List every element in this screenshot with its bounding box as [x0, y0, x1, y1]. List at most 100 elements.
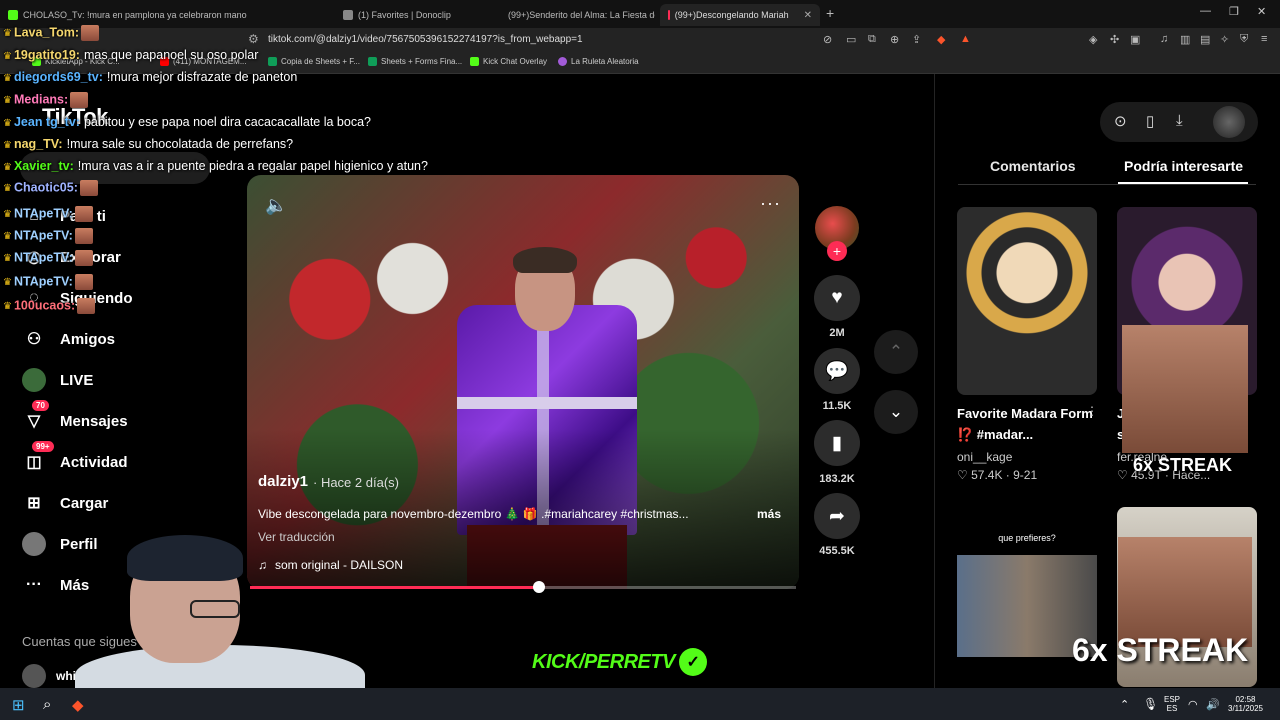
browser-tab[interactable]: (99+)Senderito del Alma: La Fiesta de [495, 4, 655, 26]
install-icon[interactable]: ▭ [846, 33, 856, 46]
windows-taskbar: ⊞ ⌕ ◆ ⌃ 🎙 ESP ES ◠ 🔊 02:58 3/11/2025 [0, 688, 1280, 720]
more-options-icon[interactable]: ··· [760, 193, 781, 214]
language-indicator[interactable]: ESP ES [1164, 695, 1180, 713]
vpn-icon[interactable]: ⛨ [1240, 33, 1248, 46]
leo-icon[interactable]: ✧ [1220, 33, 1229, 46]
tab-search-icon[interactable]: ▣ [1130, 33, 1140, 46]
brave-shield-icon[interactable]: ◆ [937, 33, 945, 46]
sidebar-item-label: Actividad [60, 453, 128, 471]
user-avatar[interactable] [1213, 106, 1245, 138]
bookmark-icon: ▮ [831, 432, 843, 454]
close-tab-icon[interactable]: ✕ [804, 10, 812, 21]
site-info-icon[interactable]: ⚙ [248, 32, 259, 46]
share-button[interactable]: ➦ [814, 493, 860, 539]
bookmark[interactable]: Copia de Sheets + F... [268, 57, 360, 66]
volume-icon[interactable]: 🔈 [265, 195, 287, 216]
microphone-icon[interactable]: 🎙 [1143, 697, 1158, 711]
windows-start-icon[interactable]: ⊞ [12, 696, 25, 714]
next-video-button[interactable]: ⌄ [874, 390, 918, 434]
message-icon: ▽ 70 [22, 400, 49, 433]
tab-podria-interesarte[interactable]: Podría interesarte [1124, 158, 1243, 174]
sidebar-item-label: LIVE [60, 371, 94, 389]
puzzle-icon[interactable]: ✣ [1110, 33, 1119, 46]
more-icon: ··· [26, 576, 42, 593]
kick-brand-text: KICK/PERRETV [532, 650, 675, 673]
previous-video-button[interactable]: ⌃ [874, 330, 918, 374]
tab-comentarios[interactable]: Comentarios [990, 158, 1076, 174]
phone-icon[interactable]: ▯ [1146, 112, 1154, 130]
coins-icon[interactable]: ⊙ [1114, 112, 1127, 130]
chat-username: NTApeTV: [13, 206, 73, 221]
minimize-icon[interactable]: — [1200, 5, 1211, 17]
notification-badge: 99+ [32, 441, 54, 452]
browser-tab[interactable]: (1) Favorites | Donoclip [335, 4, 495, 26]
chat-username: NTApeTV: [13, 250, 73, 265]
close-window-icon[interactable]: ✕ [1257, 5, 1266, 18]
subscriber-badge-icon: ♛ [3, 253, 12, 265]
like-button[interactable]: ♥ [814, 275, 860, 321]
media-icon[interactable]: ♫ [1160, 33, 1168, 45]
browser-tab[interactable]: CHOLASO_Tv: !mura en pamplona ya celebra… [0, 4, 335, 26]
chat-emote-icon [77, 298, 96, 314]
recommended-video-author[interactable]: oni__kage [957, 450, 1012, 464]
extension-icon[interactable]: ◈ [1089, 33, 1097, 46]
sidebar-icon[interactable]: ▥ [1180, 33, 1190, 46]
subscriber-badge-icon: ♛ [3, 277, 12, 289]
subscriber-badge-icon: ♛ [3, 73, 12, 84]
bookmark[interactable]: Sheets + Forms Fina... [368, 57, 462, 66]
wallet-icon[interactable]: ▤ [1200, 33, 1210, 46]
chat-message: ♛ Xavier_tv: !mura vas a ir a puente piedr… [3, 159, 428, 173]
recommended-video-title[interactable]: Favorite Madara Form ⁉️ #madar... [957, 403, 1097, 445]
chat-emote-icon [74, 274, 93, 290]
brave-rewards-icon[interactable]: ▲ [960, 33, 971, 45]
menu-icon[interactable]: ≡ [1261, 33, 1267, 45]
sidebar-item-live[interactable]: LIVE [22, 365, 93, 395]
download-icon[interactable]: ⤓ [1176, 112, 1183, 129]
tray-chevron-icon[interactable]: ⌃ [1120, 698, 1129, 711]
sidebar-item-mensajes[interactable]: ▽ 70 Mensajes [22, 400, 128, 436]
recommended-video-thumbnail[interactable] [957, 207, 1097, 395]
roulette-icon [558, 57, 567, 66]
streamer-webcam [75, 535, 365, 705]
search-icon[interactable]: ⌕ [43, 696, 51, 713]
more-options-icon[interactable]: ⋮ [1086, 404, 1098, 418]
sidebar-item-cargar[interactable]: ⊞ Cargar [22, 488, 108, 518]
follow-plus-icon[interactable]: + [827, 241, 847, 261]
sidebar-item-actividad[interactable]: ◫ 99+ Actividad [22, 441, 128, 477]
chat-username: 100ucaos: [13, 298, 76, 313]
description-more-button[interactable]: más [757, 507, 781, 521]
video-progress-handle[interactable] [533, 581, 546, 593]
clock[interactable]: 02:58 3/11/2025 [1228, 695, 1263, 713]
save-button[interactable]: ▮ [814, 420, 860, 466]
new-tab-button[interactable]: + [826, 5, 834, 21]
sheets-icon [268, 57, 277, 66]
subscriber-badge-icon: ♛ [3, 95, 12, 107]
region-code: ES [1166, 704, 1178, 713]
volume-icon[interactable]: 🔊 [1206, 698, 1220, 711]
streak-label-small: 6x STREAK [1133, 455, 1233, 475]
browser-tab-active[interactable]: (99+)Descongelando Mariah ✕ [660, 4, 820, 26]
subscriber-badge-icon: ♛ [3, 183, 12, 195]
wifi-icon[interactable]: ◠ [1188, 698, 1198, 711]
save-count: 183.2K [819, 473, 855, 485]
friends-icon: ⚇ [26, 331, 42, 348]
kick-icon [470, 57, 479, 66]
no-camera-icon[interactable]: ⊘ [823, 33, 832, 46]
restore-icon[interactable]: ❐ [1229, 5, 1239, 18]
subscriber-badge-icon: ♛ [3, 118, 12, 129]
video-author[interactable]: dalziy1 [258, 473, 308, 490]
webcam-hair [127, 535, 243, 581]
share-icon[interactable]: ⇪ [912, 33, 921, 46]
brave-browser-icon[interactable]: ◆ [72, 696, 84, 714]
url-field[interactable]: tiktok.com/@dalziy1/video/75675053961522… [268, 34, 583, 45]
zoom-icon[interactable]: ⊕ [890, 33, 899, 46]
video-player[interactable]: 🔈 ··· dalziy1 · Hace 2 día(s) Vibe desco… [247, 175, 799, 589]
bookmark[interactable]: La Ruleta Aleatoria [558, 57, 639, 66]
comment-button[interactable]: 💬 [814, 348, 860, 394]
sidebar-item-label: Mensajes [60, 412, 128, 430]
chat-message: ♛ 100ucaos: [3, 298, 96, 314]
sidebar-item-amigos[interactable]: ⚇ Amigos [22, 324, 115, 354]
translate-icon[interactable]: ⧉ [868, 33, 876, 46]
bookmark[interactable]: Kick Chat Overlay [470, 57, 547, 66]
kick-channel-brand: KICK/PERRETV ✓ [532, 648, 707, 676]
